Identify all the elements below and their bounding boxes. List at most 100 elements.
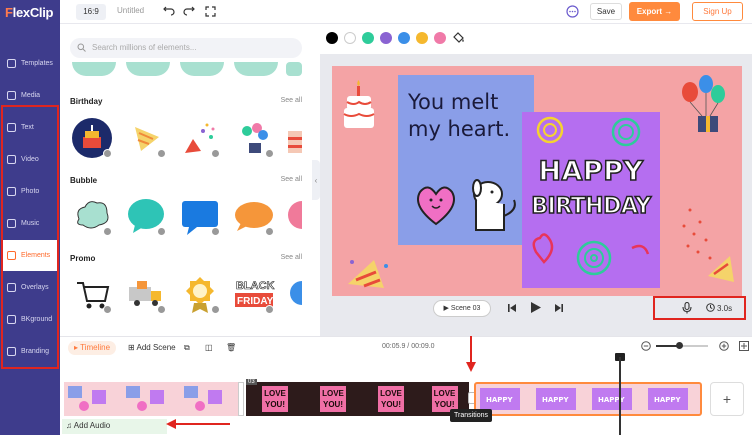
promo-partial-element[interactable] xyxy=(286,272,302,316)
svg-text:BLACK: BLACK xyxy=(236,280,275,292)
playhead[interactable] xyxy=(619,357,621,435)
oval-bubble-element[interactable] xyxy=(232,194,276,238)
scene-1-thumb[interactable] xyxy=(180,382,238,416)
color-swatch[interactable] xyxy=(398,32,410,44)
color-swatch[interactable] xyxy=(362,32,374,44)
element-thumb[interactable] xyxy=(286,62,302,76)
sidebar-item-bkground[interactable]: BKground xyxy=(2,304,58,335)
add-audio-button[interactable]: ♫ Add Audio xyxy=(62,419,167,434)
play-icon[interactable] xyxy=(529,301,542,317)
music-icon xyxy=(6,219,16,229)
scene-1-thumb[interactable] xyxy=(122,382,180,416)
redo-icon[interactable] xyxy=(182,4,196,18)
add-clip-button[interactable]: + xyxy=(710,382,744,416)
party-hat-sticker[interactable] xyxy=(344,254,394,294)
sidebar-item-text[interactable]: Text xyxy=(2,112,58,143)
color-swatch[interactable] xyxy=(380,32,392,44)
birthday-text[interactable]: BIRTHDAY xyxy=(522,193,660,220)
microphone-icon[interactable] xyxy=(682,301,692,317)
confetti-party-horn-sticker[interactable] xyxy=(670,200,736,290)
skip-forward-icon[interactable] xyxy=(554,303,564,316)
delivery-truck-element[interactable] xyxy=(124,272,168,316)
element-thumb[interactable] xyxy=(234,62,278,76)
search-icon xyxy=(77,43,86,54)
scene-duration[interactable]: 3.0s xyxy=(706,303,732,314)
skip-back-icon[interactable] xyxy=(507,303,517,316)
export-button[interactable]: Export → xyxy=(629,2,680,21)
round-bubble-element[interactable] xyxy=(124,194,168,238)
note-card-purple[interactable]: HAPPY BIRTHDAY xyxy=(522,112,660,288)
sidebar-item-templates[interactable]: Templates xyxy=(2,48,58,79)
heart-and-dog-illustration xyxy=(417,179,516,231)
party-hat-element[interactable] xyxy=(124,116,168,160)
color-swatch[interactable] xyxy=(434,32,446,44)
pink-bubble-element[interactable] xyxy=(286,194,302,238)
add-scene-button[interactable]: ⊞ Add Scene xyxy=(128,341,176,355)
video-icon xyxy=(6,155,16,165)
branding-icon xyxy=(6,347,16,357)
save-button[interactable]: Save xyxy=(590,3,622,20)
see-all-promo[interactable]: See all xyxy=(281,254,302,261)
confetti-element[interactable] xyxy=(178,116,222,160)
balloons-gift-sticker[interactable] xyxy=(678,72,734,136)
elements-icon xyxy=(6,251,16,261)
cloud-bubble-element[interactable] xyxy=(70,194,114,238)
sidebar-item-label: Video xyxy=(21,156,39,163)
project-title[interactable]: Untitled xyxy=(117,6,144,15)
see-all-birthday[interactable]: See all xyxy=(281,97,302,104)
sidebar-item-video[interactable]: Video xyxy=(2,144,58,175)
aspect-ratio-button[interactable]: 16:9 xyxy=(76,4,106,20)
cake-sticker[interactable] xyxy=(338,78,380,134)
sidebar-item-photo[interactable]: Photo xyxy=(2,176,58,207)
happy-text[interactable]: HAPPY xyxy=(522,155,660,188)
search-input[interactable]: Search millions of elements... xyxy=(70,38,302,58)
see-all-bubble[interactable]: See all xyxy=(281,176,302,183)
scene-2-thumb[interactable]: LOVE YOU! xyxy=(246,382,304,416)
sidebar-item-music[interactable]: Music xyxy=(2,208,58,239)
sidebar-item-media[interactable]: Media xyxy=(2,80,58,111)
scene-3-thumbnails: HAPPY HAPPY HAPPY HAPPY xyxy=(480,388,688,410)
collapse-panel-button[interactable]: ‹ xyxy=(312,160,320,200)
sidebar-item-elements[interactable]: Elements xyxy=(2,240,58,271)
balloons-element[interactable] xyxy=(232,116,276,160)
square-bubble-element[interactable] xyxy=(178,194,222,238)
text-icon xyxy=(6,123,16,133)
paint-bucket-icon[interactable] xyxy=(452,31,465,47)
split-icon[interactable]: ◫ xyxy=(205,341,213,355)
svg-text:HAPPY: HAPPY xyxy=(598,396,626,404)
black-friday-element[interactable]: BLACK FRIDAY xyxy=(232,272,276,316)
sidebar-item-label: Branding xyxy=(21,348,50,355)
scene-3-clip-selected[interactable]: HAPPY HAPPY HAPPY HAPPY xyxy=(474,382,702,416)
color-swatch[interactable] xyxy=(416,32,428,44)
award-badge-element[interactable] xyxy=(178,272,222,316)
fullscreen-icon[interactable] xyxy=(203,4,217,18)
signup-button[interactable]: Sign Up xyxy=(692,2,743,21)
element-thumb[interactable] xyxy=(126,62,170,76)
copy-scene-icon[interactable]: ⧉ xyxy=(184,341,190,355)
element-thumb[interactable] xyxy=(180,62,224,76)
chat-icon[interactable] xyxy=(565,4,579,18)
scene-selector[interactable]: ▶ Scene 03 xyxy=(433,300,491,317)
sidebar-item-overlays[interactable]: Overlays xyxy=(2,272,58,303)
zoom-in-icon[interactable] xyxy=(719,341,729,354)
sidebar-item-branding[interactable]: Branding xyxy=(2,336,58,367)
timeline-toggle[interactable]: ▸ Timeline xyxy=(68,341,117,355)
note-card-blue[interactable]: You melt my heart. xyxy=(398,75,534,245)
scene-2-thumb[interactable]: LOVE YOU! xyxy=(304,382,362,416)
color-swatch[interactable] xyxy=(344,32,356,44)
transition-slot[interactable] xyxy=(238,382,244,416)
element-thumb[interactable] xyxy=(72,62,116,76)
shopping-cart-element[interactable] xyxy=(70,272,114,316)
birthday-cake-element[interactable] xyxy=(70,116,114,160)
undo-icon[interactable] xyxy=(162,4,176,18)
color-swatch[interactable] xyxy=(326,32,338,44)
zoom-slider[interactable] xyxy=(656,342,708,349)
slide-canvas[interactable]: You melt my heart. HAPPY BIRTHDAY xyxy=(332,66,742,296)
note-text[interactable]: You melt my heart. xyxy=(408,89,510,143)
delete-icon[interactable]: 🗑 xyxy=(226,341,236,355)
zoom-out-icon[interactable] xyxy=(641,341,651,354)
scene-2-thumb[interactable]: LOVE YOU! xyxy=(362,382,420,416)
cake-slice-element[interactable] xyxy=(286,116,302,160)
scene-1-thumb[interactable] xyxy=(64,382,122,416)
expand-timeline-icon[interactable] xyxy=(739,341,749,354)
